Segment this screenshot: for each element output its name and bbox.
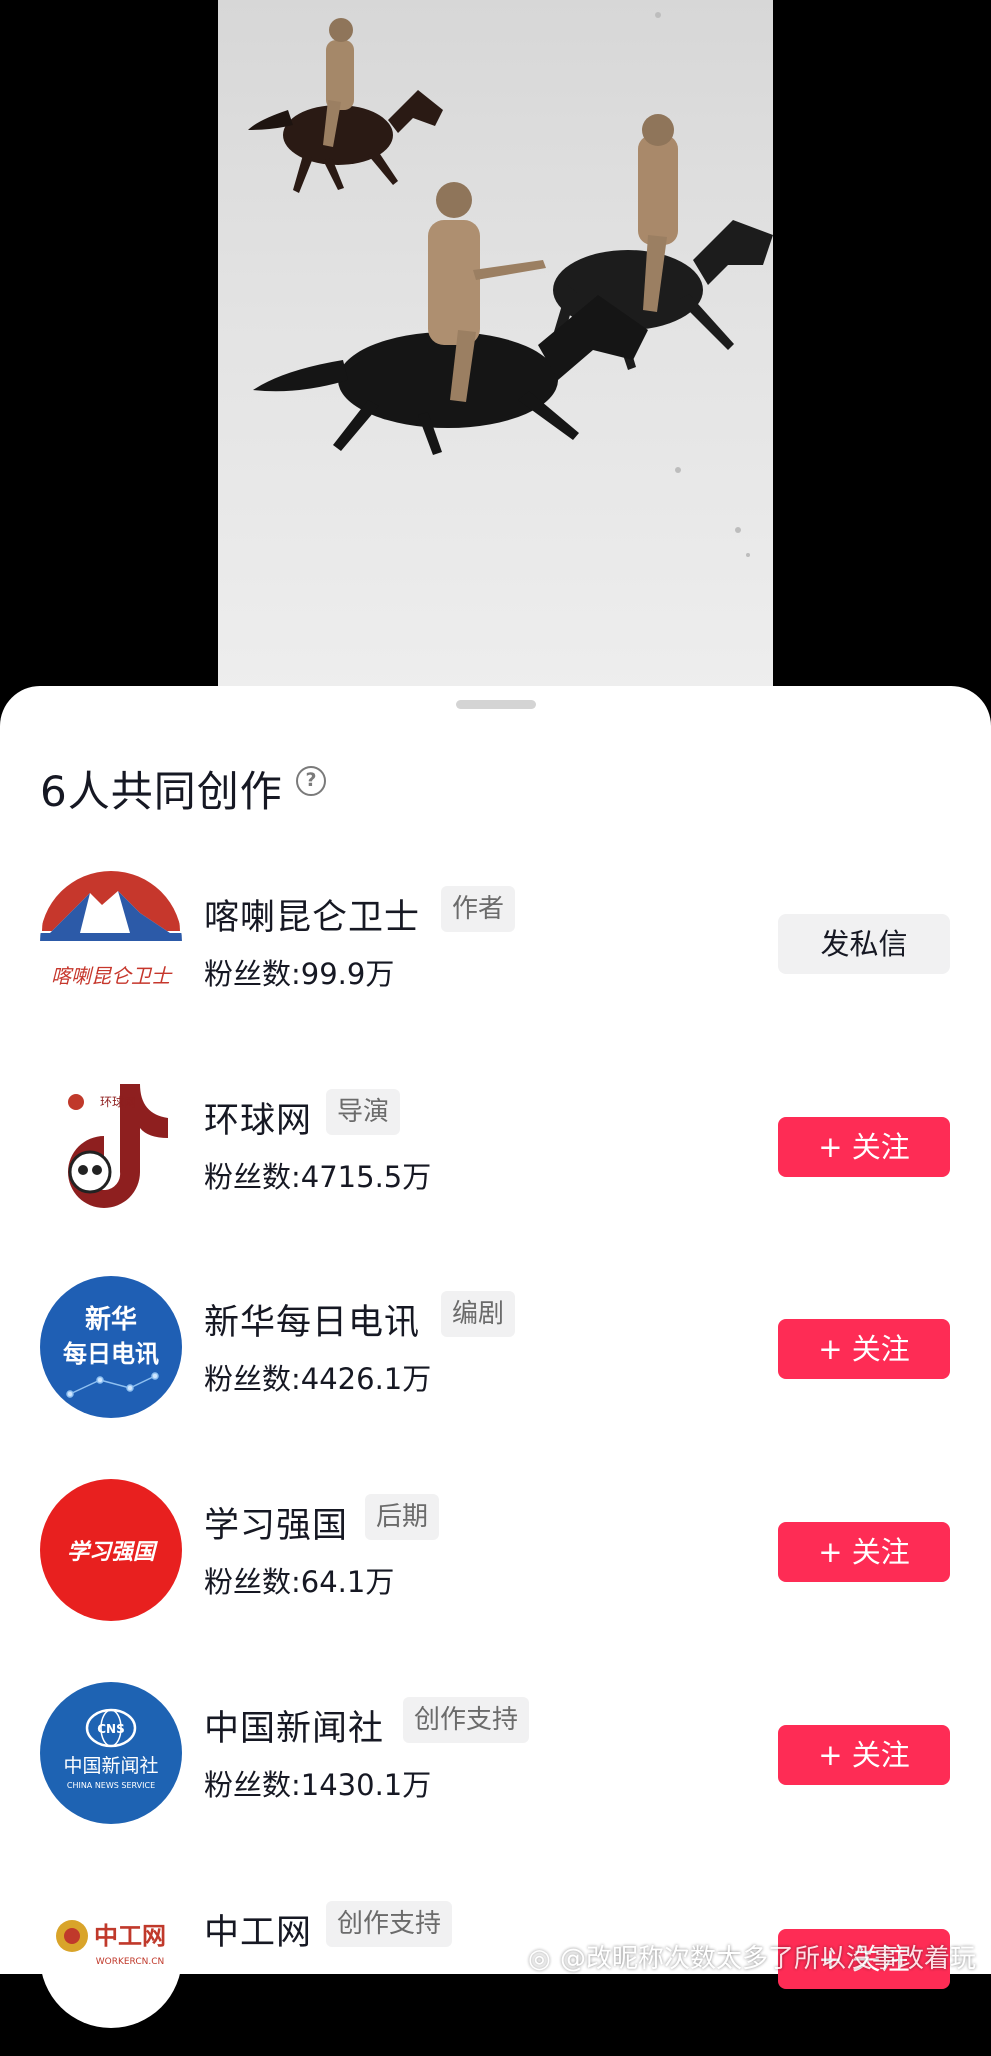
xuexi-logo-icon: 学习强国 [67, 1539, 158, 1565]
workercn-logo-icon: 中工网 WORKERCN.CN [56, 1920, 166, 1967]
creator-name[interactable]: 新华每日电讯 [204, 1294, 420, 1345]
creator-row[interactable]: 学习强国 学习强国 后期 粉丝数:64.1万 + 关注 [0, 1479, 991, 1649]
creator-row[interactable]: 新华 每日电讯 新华每日电讯 编剧 粉丝数:4426.1万 + 关注 [0, 1276, 991, 1446]
svg-text:每日电讯: 每日电讯 [63, 1340, 159, 1368]
fans-count: 粉丝数:4426.1万 [204, 1362, 432, 1396]
role-badge: 后期 [365, 1494, 440, 1540]
help-icon[interactable]: ? [296, 766, 326, 796]
svg-text:新华: 新华 [85, 1304, 137, 1335]
weibo-icon: ◎ [528, 1944, 551, 1974]
creator-name[interactable]: 中工网 [204, 1904, 312, 1955]
follow-button[interactable]: + 关注 [778, 1319, 950, 1379]
rider-center [253, 182, 648, 455]
xinhua-logo-icon: 新华 每日电讯 [63, 1304, 159, 1398]
sheet-title: 6人共同创作 [40, 767, 283, 816]
svg-text:中工网: 中工网 [94, 1921, 166, 1950]
fans-count: 粉丝数:1430.1万 [204, 1768, 432, 1802]
svg-text:CNS: CNS [97, 1722, 125, 1736]
avatar[interactable]: 新华 每日电讯 [40, 1276, 182, 1418]
svg-text:喀喇昆仑卫士: 喀喇昆仑卫士 [51, 964, 173, 988]
creator-name[interactable]: 学习强国 [204, 1497, 348, 1548]
creator-name[interactable]: 环球网 [204, 1092, 312, 1143]
role-badge: 创作支持 [326, 1901, 453, 1947]
creator-name[interactable]: 中国新闻社 [204, 1700, 384, 1751]
creator-row[interactable]: 环球网 环球网 导演 粉丝数:4715.5万 + 关注 [0, 1074, 991, 1244]
mountain-logo-icon: 喀喇昆仑卫士 [40, 871, 182, 988]
rider-top [248, 18, 443, 193]
avatar[interactable]: CNS 中国新闻社 CHINA NEWS SERVICE [40, 1682, 182, 1824]
watermark-text: @改昵称次数太多了所以没事改着玩 [560, 1944, 977, 1974]
svg-text:中国新闻社: 中国新闻社 [63, 1755, 158, 1777]
fans-count: 粉丝数:4715.5万 [204, 1160, 432, 1194]
avatar[interactable]: 学习强国 [40, 1479, 182, 1621]
creator-row[interactable]: CNS 中国新闻社 CHINA NEWS SERVICE 中国新闻社 创作支持 … [0, 1682, 991, 1852]
follow-button[interactable]: + 关注 [778, 1117, 950, 1177]
role-badge: 作者 [441, 886, 516, 932]
fans-count: 粉丝数:64.1万 [204, 1565, 395, 1599]
creator-name[interactable]: 喀喇昆仑卫士 [204, 889, 420, 940]
follow-button[interactable]: + 关注 [778, 1725, 950, 1785]
avatar[interactable]: 环球网 [40, 1074, 182, 1216]
fans-count: 粉丝数:99.9万 [204, 957, 395, 991]
message-button[interactable]: 发私信 [778, 914, 950, 974]
svg-text:CHINA NEWS SERVICE: CHINA NEWS SERVICE [67, 1781, 155, 1790]
avatar[interactable]: 中工网 WORKERCN.CN [40, 1886, 182, 2028]
tiktok-panda-logo-icon: 环球网 [68, 1084, 168, 1208]
follow-button[interactable]: + 关注 [778, 1522, 950, 1582]
cns-globe-logo-icon: CNS 中国新闻社 CHINA NEWS SERVICE [63, 1708, 159, 1790]
role-badge: 编剧 [441, 1291, 516, 1337]
svg-text:WORKERCN.CN: WORKERCN.CN [96, 1957, 165, 1967]
svg-text:环球网: 环球网 [100, 1095, 136, 1109]
video-image [248, 12, 773, 557]
drag-handle[interactable] [456, 700, 536, 709]
avatar[interactable]: 喀喇昆仑卫士 [40, 871, 182, 1013]
role-badge: 导演 [326, 1089, 401, 1135]
svg-text:学习强国: 学习强国 [67, 1539, 158, 1565]
co-creators-sheet: 6人共同创作 ? 喀喇昆仑卫士 喀喇昆仑卫士 作者 粉丝数:99.9万 发私信 [0, 686, 991, 2028]
weibo-watermark: ◎ @改昵称次数太多了所以没事改着玩 [528, 1938, 976, 1975]
role-badge: 创作支持 [403, 1697, 530, 1743]
video-preview[interactable] [218, 0, 773, 700]
creator-row[interactable]: 喀喇昆仑卫士 喀喇昆仑卫士 作者 粉丝数:99.9万 发私信 [0, 871, 991, 1041]
